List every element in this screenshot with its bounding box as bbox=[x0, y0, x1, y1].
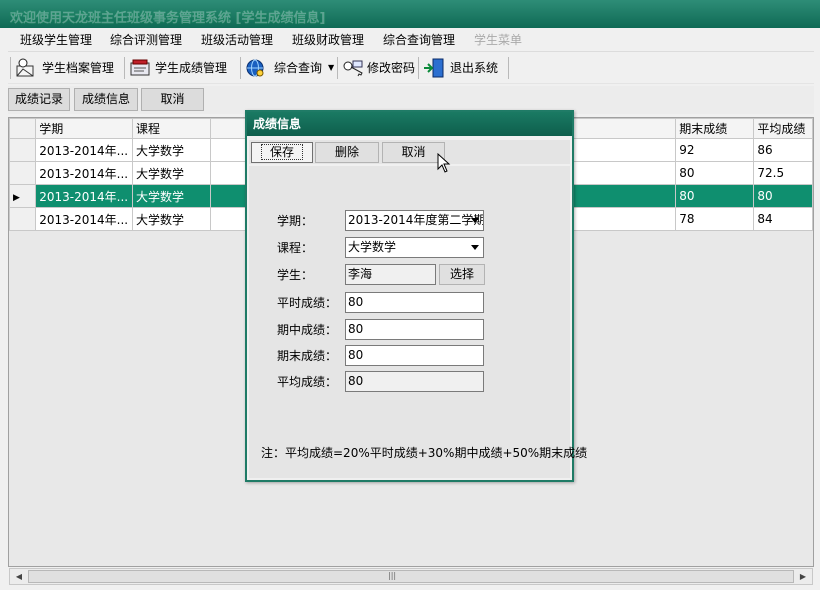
col-term[interactable]: 学期 bbox=[35, 118, 133, 139]
menu-activities[interactable]: 班级活动管理 bbox=[201, 32, 273, 48]
term-select[interactable]: 2013-2014年度第二学期 bbox=[345, 210, 484, 231]
score-info-dialog: 成绩信息 保存 删除 取消 学期： 2013-2014年度第二学期 课程： 大学… bbox=[245, 110, 587, 482]
row-header[interactable] bbox=[9, 161, 37, 185]
toolbar-separator bbox=[240, 57, 241, 79]
current-row-icon: ▶ bbox=[13, 193, 20, 203]
cell-course[interactable]: 大学数学 bbox=[131, 207, 212, 231]
cell-final[interactable]: 78 bbox=[675, 207, 755, 231]
dialog-title[interactable]: 成绩信息 bbox=[247, 112, 572, 136]
row-header-corner bbox=[9, 118, 37, 139]
chevron-down-icon bbox=[471, 218, 479, 223]
toolbar-separator bbox=[337, 57, 338, 79]
avg-score-label: 平均成绩： bbox=[277, 375, 338, 389]
mid-score-field[interactable]: 80 bbox=[345, 319, 484, 340]
menu-query[interactable]: 综合查询管理 bbox=[383, 32, 455, 48]
avg-score-field[interactable]: 80 bbox=[345, 371, 484, 392]
score-records-button[interactable]: 成绩记录 bbox=[8, 88, 70, 111]
col-course[interactable]: 课程 bbox=[131, 118, 212, 139]
col-final[interactable]: 期末成绩 bbox=[675, 118, 755, 139]
menu-bar: 班级学生管理 综合评测管理 班级活动管理 班级财政管理 综合查询管理 学生菜单 bbox=[8, 28, 814, 52]
cell-term[interactable]: 2013-2014年... bbox=[35, 207, 133, 231]
term-label: 学期： bbox=[277, 214, 314, 228]
horizontal-scrollbar[interactable]: ◀ ||| ▶ bbox=[9, 568, 813, 585]
key-icon bbox=[343, 60, 363, 77]
student-archive-button[interactable]: 学生档案管理 bbox=[14, 55, 120, 81]
report-book-icon bbox=[130, 59, 150, 76]
menu-class-students[interactable]: 班级学生管理 bbox=[20, 32, 92, 48]
cell-avg[interactable]: 72.5 bbox=[753, 161, 813, 185]
globe-search-icon bbox=[246, 59, 264, 77]
cell-final[interactable]: 92 bbox=[675, 138, 755, 162]
cell-avg[interactable]: 86 bbox=[753, 138, 813, 162]
chevron-down-icon bbox=[471, 245, 479, 250]
scroll-thumb[interactable] bbox=[28, 570, 794, 583]
mid-score-label: 期中成绩： bbox=[277, 323, 338, 337]
cell-avg[interactable]: 84 bbox=[753, 207, 813, 231]
toolbar-separator bbox=[124, 57, 125, 79]
mouse-cursor-icon bbox=[437, 153, 451, 173]
formula-note: 注：平均成绩=20%平时成绩+30%期中成绩+50%期末成绩 bbox=[261, 446, 588, 460]
menu-evaluation[interactable]: 综合评测管理 bbox=[110, 32, 182, 48]
window-titlebar[interactable]: 欢迎使用天龙班主任班级事务管理系统 [学生成绩信息] bbox=[0, 0, 820, 28]
usual-score-label: 平时成绩： bbox=[277, 296, 338, 310]
exit-button[interactable]: 退出系统 bbox=[422, 55, 502, 81]
cell-term[interactable]: 2013-2014年... bbox=[35, 138, 133, 162]
dialog-cancel-button[interactable]: 取消 bbox=[382, 142, 445, 163]
choose-student-button[interactable]: 选择 bbox=[439, 264, 485, 285]
menu-finance[interactable]: 班级财政管理 bbox=[292, 32, 364, 48]
student-label: 学生： bbox=[277, 268, 314, 282]
main-toolbar: 学生档案管理 学生成绩管理 综合查询 ▼ 修改密码 退出系统 bbox=[8, 52, 814, 84]
cell-course[interactable]: 大学数学 bbox=[131, 184, 212, 208]
toolbar-separator bbox=[418, 57, 419, 79]
row-header[interactable] bbox=[9, 138, 37, 162]
cell-course[interactable]: 大学数学 bbox=[131, 161, 212, 185]
query-dropdown-button[interactable]: 综合查询 ▼ bbox=[244, 55, 335, 81]
cell-avg[interactable]: 80 bbox=[753, 184, 813, 208]
scroll-right-icon[interactable]: ▶ bbox=[795, 570, 811, 583]
cancel-button[interactable]: 取消 bbox=[141, 88, 204, 111]
toolbar-separator bbox=[508, 57, 509, 79]
final-score-field[interactable]: 80 bbox=[345, 345, 484, 366]
course-select[interactable]: 大学数学 bbox=[345, 237, 484, 258]
final-score-label: 期末成绩： bbox=[277, 349, 338, 363]
toolbar-grip bbox=[10, 57, 11, 79]
menu-student: 学生菜单 bbox=[474, 33, 523, 47]
window-title: 欢迎使用天龙班主任班级事务管理系统 [学生成绩信息] bbox=[10, 11, 326, 26]
cell-final[interactable]: 80 bbox=[675, 184, 755, 208]
cell-term[interactable]: 2013-2014年... bbox=[35, 184, 133, 208]
dialog-form: 学期： 2013-2014年度第二学期 课程： 大学数学 学生： 李海 选择 平… bbox=[249, 166, 587, 478]
score-info-button[interactable]: 成绩信息 bbox=[74, 88, 138, 111]
cell-course[interactable]: 大学数学 bbox=[131, 138, 212, 162]
chevron-down-icon: ▼ bbox=[328, 63, 335, 72]
dialog-toolbar: 保存 删除 取消 bbox=[249, 140, 570, 164]
scroll-grip-icon: ||| bbox=[388, 571, 397, 580]
student-field[interactable]: 李海 bbox=[345, 264, 436, 285]
user-book-icon bbox=[16, 58, 34, 77]
exit-door-icon bbox=[424, 58, 444, 78]
usual-score-field[interactable]: 80 bbox=[345, 292, 484, 313]
row-header[interactable]: ▶ bbox=[9, 184, 37, 208]
delete-button[interactable]: 删除 bbox=[315, 142, 379, 163]
cell-final[interactable]: 80 bbox=[675, 161, 755, 185]
student-score-button[interactable]: 学生成绩管理 bbox=[129, 55, 235, 81]
course-label: 课程： bbox=[277, 241, 314, 255]
change-password-button[interactable]: 修改密码 bbox=[341, 55, 421, 81]
save-button[interactable]: 保存 bbox=[251, 142, 313, 163]
col-avg[interactable]: 平均成绩 bbox=[753, 118, 813, 139]
row-header[interactable] bbox=[9, 207, 37, 231]
cell-term[interactable]: 2013-2014年... bbox=[35, 161, 133, 185]
scroll-left-icon[interactable]: ◀ bbox=[11, 570, 27, 583]
